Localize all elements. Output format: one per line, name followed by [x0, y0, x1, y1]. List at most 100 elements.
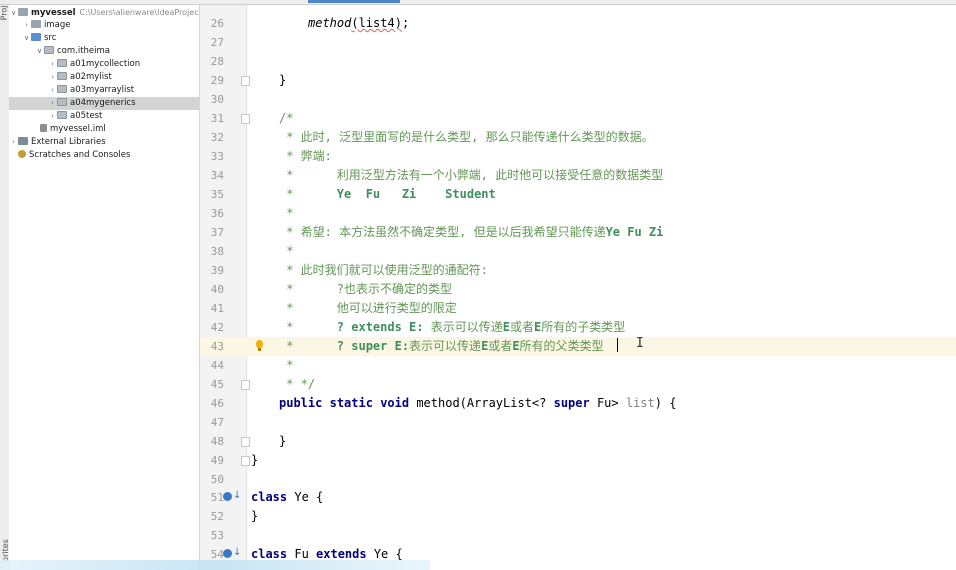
code-line[interactable]: 31 /*: [200, 109, 956, 128]
line-number: 42: [210, 321, 224, 334]
package-icon: [57, 59, 67, 67]
package-icon: [57, 85, 67, 93]
code-line[interactable]: 33 * 弊端:: [200, 147, 956, 166]
tree-item-label: a04mygenerics: [70, 98, 136, 108]
line-number: 50: [210, 473, 224, 486]
code-line[interactable]: 42 * ? extends E: 表示可以传递E或者E所有的子类类型: [200, 318, 956, 337]
line-number: 26: [210, 17, 224, 30]
chevron-right-icon[interactable]: ›: [22, 19, 31, 32]
line-number: 27: [210, 36, 224, 49]
line-number: 53: [210, 529, 224, 542]
chevron-right-icon[interactable]: ›: [48, 110, 57, 123]
tree-item-a03myarraylist[interactable]: › a03myarraylist: [9, 84, 199, 97]
code-line[interactable]: 47: [200, 413, 956, 432]
tree-item-a05test[interactable]: › a05test: [9, 110, 199, 123]
code-line[interactable]: 46 public static void method(ArrayList<?…: [200, 394, 956, 413]
line-number: 47: [210, 416, 224, 429]
tree-item-src[interactable]: ∨ src: [9, 32, 199, 45]
text-caret: [617, 338, 618, 352]
code-line[interactable]: 50: [200, 470, 956, 489]
code-line[interactable]: 48 }: [200, 432, 956, 451]
chevron-right-icon[interactable]: ›: [48, 84, 57, 97]
package-icon: [57, 72, 67, 80]
tree-item-com-itheima[interactable]: ∨ com.itheima: [9, 45, 199, 58]
fold-marker-icon[interactable]: [241, 380, 250, 390]
code-line[interactable]: 49 }: [200, 451, 956, 470]
editor-tabs-strip: [0, 0, 956, 5]
line-number: 28: [210, 55, 224, 68]
line-number: 35: [210, 188, 224, 201]
line-number: 38: [210, 245, 224, 258]
chevron-right-icon[interactable]: ›: [9, 136, 18, 149]
tree-item-label: myvessel.iml: [50, 124, 106, 134]
lightbulb-icon[interactable]: [255, 340, 264, 352]
code-line[interactable]: 32 * 此时, 泛型里面写的是什么类型, 那么只能传递什么类型的数据。: [200, 128, 956, 147]
folder-icon: [31, 20, 41, 28]
line-number: 46: [210, 397, 224, 410]
fold-marker-icon[interactable]: [241, 437, 250, 447]
code-line[interactable]: 51 ↓ class Ye {: [200, 488, 956, 507]
scratches-icon: [18, 150, 26, 158]
code-line[interactable]: 53: [200, 526, 956, 545]
tree-item-image[interactable]: › image: [9, 19, 199, 32]
chevron-right-icon[interactable]: ›: [48, 58, 57, 71]
chevron-down-icon[interactable]: ∨: [35, 45, 44, 58]
fold-marker-icon[interactable]: [241, 114, 250, 124]
code-line[interactable]: 41 * 他可以进行类型的限定: [200, 299, 956, 318]
arrow-down-icon[interactable]: ↓: [233, 546, 241, 560]
chevron-right-icon[interactable]: ›: [48, 97, 57, 110]
code-line[interactable]: 52 }: [200, 507, 956, 526]
code-line[interactable]: 35 * Ye Fu Zi Student: [200, 185, 956, 204]
chevron-down-icon[interactable]: ∨: [22, 32, 31, 45]
tree-item-label: Scratches and Consoles: [29, 150, 131, 160]
code-line[interactable]: 40 * ?也表示不确定的类型: [200, 280, 956, 299]
implemented-marker-icon[interactable]: [223, 492, 232, 501]
line-number: 29: [210, 74, 224, 87]
code-line[interactable]: 26 method(list4);: [200, 14, 956, 33]
bottom-overlay: [0, 560, 430, 570]
arrow-down-icon[interactable]: ↓: [233, 489, 241, 503]
line-number: 43: [210, 340, 224, 353]
line-number: 32: [210, 131, 224, 144]
implemented-marker-icon[interactable]: [223, 549, 232, 558]
fold-marker-icon[interactable]: [241, 76, 250, 86]
tree-item-myvessel[interactable]: ∨ myvessel C:\Users\alienware\IdeaProjects…: [9, 6, 199, 19]
code-line[interactable]: 44 *: [200, 356, 956, 375]
fold-marker-icon[interactable]: [241, 456, 250, 466]
line-number: 45: [210, 378, 224, 391]
code-line-current[interactable]: 43 * ? super E:表示可以传递E或者E所有的父类类型: [200, 337, 956, 356]
tree-item-label: a02mylist: [70, 72, 112, 82]
tree-item-a02mylist[interactable]: › a02mylist: [9, 71, 199, 84]
package-icon: [57, 111, 67, 119]
source-folder-icon: [31, 33, 41, 41]
tree-item-a01mycollection[interactable]: › a01mycollection: [9, 58, 199, 71]
tree-item-label: image: [44, 20, 71, 30]
line-number: 31: [210, 112, 224, 125]
tree-item-external-libraries[interactable]: › External Libraries: [9, 136, 199, 149]
tree-item-scratches[interactable]: Scratches and Consoles: [9, 149, 199, 162]
line-number: 51: [210, 491, 224, 504]
code-line[interactable]: 36 *: [200, 204, 956, 223]
code-line[interactable]: 27: [200, 33, 956, 52]
code-line[interactable]: 37 * 希望: 本方法虽然不确定类型, 但是以后我希望只能传递Ye Fu Zi: [200, 223, 956, 242]
tree-item-label: src: [44, 33, 57, 43]
library-icon: [18, 137, 28, 145]
tree-item-a04mygenerics[interactable]: › a04mygenerics: [9, 97, 199, 110]
code-line[interactable]: 38 *: [200, 242, 956, 261]
code-line[interactable]: 39 * 此时我们就可以使用泛型的通配符:: [200, 261, 956, 280]
package-icon: [57, 98, 67, 106]
tree-item-label: a03myarraylist: [70, 85, 135, 95]
code-line[interactable]: 34 * 利用泛型方法有一个小弊端, 此时他可以接受任意的数据类型: [200, 166, 956, 185]
project-path: C:\Users\alienware\IdeaProjects\: [79, 8, 200, 17]
code-line[interactable]: 29 }: [200, 71, 956, 90]
chevron-right-icon[interactable]: ›: [48, 71, 57, 84]
tree-item-label: a01mycollection: [70, 59, 141, 69]
code-line[interactable]: 28: [200, 52, 956, 71]
code-line[interactable]: 45 * */: [200, 375, 956, 394]
code-line[interactable]: 30: [200, 90, 956, 109]
line-number: 41: [210, 302, 224, 315]
tree-item-myvessel-iml[interactable]: myvessel.iml: [9, 123, 199, 136]
line-number: 30: [210, 93, 224, 106]
active-file-tab[interactable]: [308, 0, 400, 3]
module-folder-icon: [18, 8, 28, 16]
